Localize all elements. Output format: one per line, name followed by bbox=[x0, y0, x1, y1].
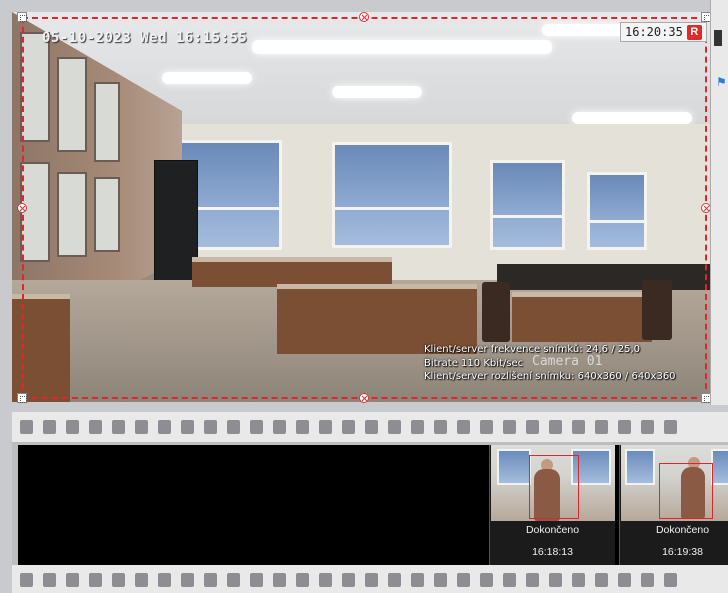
desk bbox=[512, 292, 652, 342]
resize-handle-top[interactable] bbox=[359, 12, 369, 22]
camera-video-feed[interactable]: 05-10-2023 Wed 16:15:55 Camera 01 Klient… bbox=[12, 12, 710, 402]
stream-stats: Klient/server frekvence snímků: 24,6 / 2… bbox=[424, 343, 676, 384]
film-perforations-top bbox=[12, 412, 728, 442]
timeline-filmstrip: Dokončeno 16:18:13 Dokončeno 16:19:38 bbox=[12, 412, 728, 593]
resize-handle-left[interactable] bbox=[17, 203, 27, 213]
date-time-overlay: 05-10-2023 Wed 16:15:55 bbox=[42, 30, 248, 46]
side-toolbar bbox=[710, 0, 728, 405]
thumbnail-time: 16:19:38 bbox=[662, 546, 703, 558]
thumbnail-image bbox=[621, 445, 728, 521]
electrical-panel bbox=[94, 177, 120, 252]
ceiling-light bbox=[252, 40, 552, 54]
desk-row bbox=[497, 264, 710, 290]
thumbnail-image bbox=[491, 445, 615, 521]
record-icon[interactable]: R bbox=[686, 24, 702, 40]
resize-handle-top-left[interactable] bbox=[17, 12, 27, 22]
thumbnail-status: Dokončeno bbox=[655, 524, 710, 536]
window bbox=[587, 172, 647, 250]
current-time-clock: 16:20:35 R bbox=[620, 22, 707, 42]
pause-icon[interactable] bbox=[714, 30, 722, 46]
thumbnail-clip[interactable]: Dokončeno 16:18:13 bbox=[489, 445, 615, 565]
film-perforations-bottom bbox=[12, 565, 728, 593]
ceiling-light bbox=[162, 72, 252, 84]
thumbnail-status: Dokončeno bbox=[525, 524, 580, 536]
bitrate-stat: Bitrate 110 Kbit/sec bbox=[424, 357, 524, 369]
frame-rate-stat: Klient/server frekvence snímků: 24,6 / 2… bbox=[424, 344, 641, 355]
window bbox=[332, 142, 452, 248]
desk bbox=[12, 294, 70, 402]
clock-time: 16:20:35 bbox=[625, 25, 683, 39]
resize-handle-bottom-left[interactable] bbox=[17, 393, 27, 403]
flag-icon[interactable]: ⚑ bbox=[716, 76, 727, 88]
ceiling-light bbox=[572, 112, 692, 124]
electrical-panel bbox=[57, 172, 87, 257]
thumbnail-time: 16:18:13 bbox=[532, 546, 573, 558]
chair bbox=[642, 280, 672, 340]
thumbnail-clip[interactable]: Dokončeno 16:19:38 bbox=[619, 445, 728, 565]
chair bbox=[482, 282, 510, 342]
electrical-panel bbox=[94, 82, 120, 162]
window bbox=[490, 160, 565, 250]
timeline-track[interactable]: Dokončeno 16:18:13 Dokončeno 16:19:38 bbox=[18, 445, 728, 565]
camera-view-window: 05-10-2023 Wed 16:15:55 Camera 01 Klient… bbox=[0, 0, 728, 593]
electrical-panel bbox=[57, 57, 87, 152]
ceiling-light bbox=[332, 86, 422, 98]
electrical-panel bbox=[20, 32, 50, 142]
resize-handle-bottom[interactable] bbox=[359, 393, 369, 403]
resolution-stat: Klient/server rozlišení snímku: 640x360 … bbox=[424, 371, 676, 382]
desk bbox=[192, 257, 392, 287]
